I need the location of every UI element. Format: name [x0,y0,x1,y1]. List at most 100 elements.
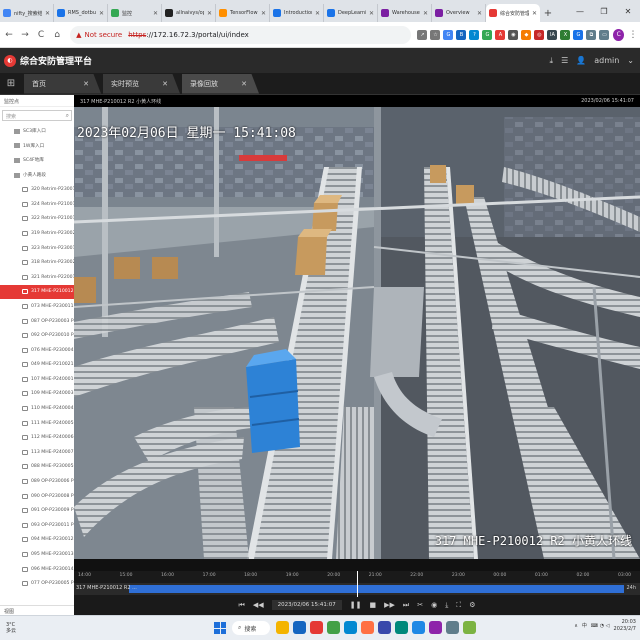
snapshot-icon[interactable]: ◉ [431,601,437,609]
browser-tab[interactable]: TensorFlow ✕ [216,4,270,22]
extension-icon[interactable]: X [560,29,571,40]
taskbar-app-icon[interactable] [361,621,374,634]
tab-home[interactable]: 首页 ✕ [24,73,101,94]
ime-indicator[interactable]: 中 [582,622,587,629]
playback-time[interactable]: 2023/02/06 15:41:07 [271,600,342,610]
taskbar-app-icon[interactable] [446,621,459,634]
extension-icon[interactable]: G [482,29,493,40]
camera-group[interactable]: SC3库入口 [0,124,74,139]
close-icon[interactable]: ✕ [45,10,50,17]
next-frame-button[interactable]: ⏭ [403,601,409,610]
tray-icons[interactable]: ⌨ ◔ ◁ [591,623,610,629]
camera-group[interactable]: 小黄人路段 [0,168,74,183]
camera-item[interactable]: 089 OP-P230006 P3 [0,474,74,489]
browser-tab[interactable]: 综合安防管理 ✕ [486,4,540,22]
camera-item[interactable]: 093 OP-P230011 P3 [0,518,74,533]
clip-icon[interactable]: ✂ [417,601,423,609]
prev-frame-button[interactable]: ⏮ [239,601,245,610]
taskbar-app-icon[interactable] [327,621,340,634]
warning-icon[interactable]: ▲ [76,31,81,39]
windows-start-icon[interactable] [214,622,226,634]
extension-icon[interactable]: ? [469,29,480,40]
forward-button[interactable]: → [18,27,32,43]
playback-timeline[interactable]: 14:00 15:00 16:00 17:00 18:00 19:00 20:00 21:00… [74,571,640,615]
camera-item[interactable]: 320 Retrim-P230014 [0,182,74,197]
camera-item[interactable]: 094 MHE-P230012 P [0,533,74,548]
extension-icon[interactable]: ◆ [521,29,532,40]
taskbar-app-icon[interactable] [344,621,357,634]
camera-item[interactable]: 323 Retrim-P230017 [0,241,74,256]
sidebar-footer[interactable]: 视图 [0,605,74,615]
camera-item[interactable]: 111 MHE-P240005 P [0,416,74,431]
video-player[interactable]: 317 MHE-P210012 R2 小黄人环线 2023/02/06 15:4… [74,95,640,571]
camera-item[interactable]: 073 MHE-P230011 P [0,299,74,314]
back-button[interactable]: ← [2,27,16,43]
camera-item[interactable]: 090 OP-P230008 P3 [0,489,74,504]
rewind-button[interactable]: ◀◀ [253,601,264,609]
fullscreen-icon[interactable]: ⛶ [456,601,461,610]
camera-group[interactable]: SC4F地库 [0,153,74,168]
browser-tab[interactable]: allnaivys/ope✕ [162,4,216,22]
extension-icon[interactable]: ↗ [417,29,428,40]
pause-button[interactable]: ❚❚ [350,601,362,609]
search-icon[interactable]: ⌕ [66,112,69,120]
camera-item[interactable]: 110 MHE-P240004 P [0,401,74,416]
close-icon[interactable]: ✕ [241,80,247,88]
camera-item[interactable]: 087 OP-P230003 P3 [0,314,74,329]
camera-item[interactable]: 324 Retrim-P210018 [0,197,74,212]
camera-search-input[interactable]: 搜索 ⌕ [2,110,72,121]
extension-icon[interactable]: G [573,29,584,40]
camera-item[interactable]: 096 MHE-P230014 P [0,562,74,577]
browser-tab[interactable]: RMS_dotbuild✕ [54,4,108,22]
extension-icon[interactable]: G [443,29,454,40]
close-icon[interactable]: ✕ [477,10,482,17]
camera-item[interactable]: 077 OP-P230005 P3 [0,576,74,591]
camera-item[interactable]: 319 Retrim-P230026 [0,226,74,241]
reload-button[interactable]: C [34,27,48,43]
menu-icon[interactable]: ☰ [561,56,568,65]
close-icon[interactable]: ✕ [153,10,158,17]
forward-button[interactable]: ▶▶ [384,601,395,609]
download-clip-icon[interactable]: ⤓ [445,601,448,610]
close-icon[interactable]: ✕ [207,10,212,17]
close-icon[interactable]: ✕ [83,80,89,88]
profile-avatar[interactable]: C [613,28,624,41]
browser-tab[interactable]: Introduction ✕ [270,4,324,22]
browser-tab[interactable]: 监控 ✕ [108,4,162,22]
taskbar-app-icon[interactable] [293,621,306,634]
browser-tab[interactable]: Warehouse ✕ [378,4,432,22]
settings-icon[interactable]: ⚙ [469,601,475,609]
browser-tab[interactable]: nifty_搜索结果✕ [0,4,54,22]
camera-item[interactable]: 107 MHE-P240001 P [0,372,74,387]
camera-item[interactable]: 318 Retrim-P230025 [0,255,74,270]
taskbar-app-icon[interactable] [276,621,289,634]
user-dropdown-icon[interactable]: ⌄ [627,56,634,65]
user-name[interactable]: admin [594,56,619,65]
extension-icon[interactable]: A [495,29,506,40]
minimize-button[interactable]: — [568,0,592,22]
camera-item[interactable]: 091 OP-P230009 P3 [0,503,74,518]
close-window-button[interactable]: ✕ [616,0,640,22]
taskbar-app-icon[interactable] [395,621,408,634]
extension-icon[interactable]: ☆ [430,29,441,40]
address-bar[interactable]: ▲ Not secure https ://172.16.72.3/portal… [70,25,412,44]
browser-tab[interactable]: Overview ✕ [432,4,486,22]
extension-icon[interactable]: ▭ [599,29,610,40]
tab-playback[interactable]: 录像回放 ✕ [182,73,259,94]
track-range-label[interactable]: 24h [626,585,636,591]
playhead[interactable] [357,571,358,597]
camera-item[interactable]: 109 MHE-P240003 P [0,387,74,402]
camera-group[interactable]: 1W库入口 [0,139,74,154]
extension-icon[interactable]: ◉ [508,29,519,40]
extension-icon[interactable]: ⧉ [586,29,597,40]
home-button[interactable]: ⌂ [50,27,64,43]
camera-item[interactable]: 113 MHE-P240007 P [0,445,74,460]
taskbar-search[interactable]: ⌕ 搜索 [232,621,270,635]
extension-icon[interactable]: ◎ [534,29,545,40]
camera-item[interactable]: 317 MHE-P210012 R2 [0,284,74,300]
camera-item[interactable]: 076 MHE-P230004 P [0,343,74,358]
weather-widget[interactable]: 3°C 多云 [6,622,16,634]
app-grid-icon[interactable]: ⊞ [0,73,22,95]
download-icon[interactable]: ⤓ [550,56,554,66]
taskbar-app-icon[interactable] [412,621,425,634]
